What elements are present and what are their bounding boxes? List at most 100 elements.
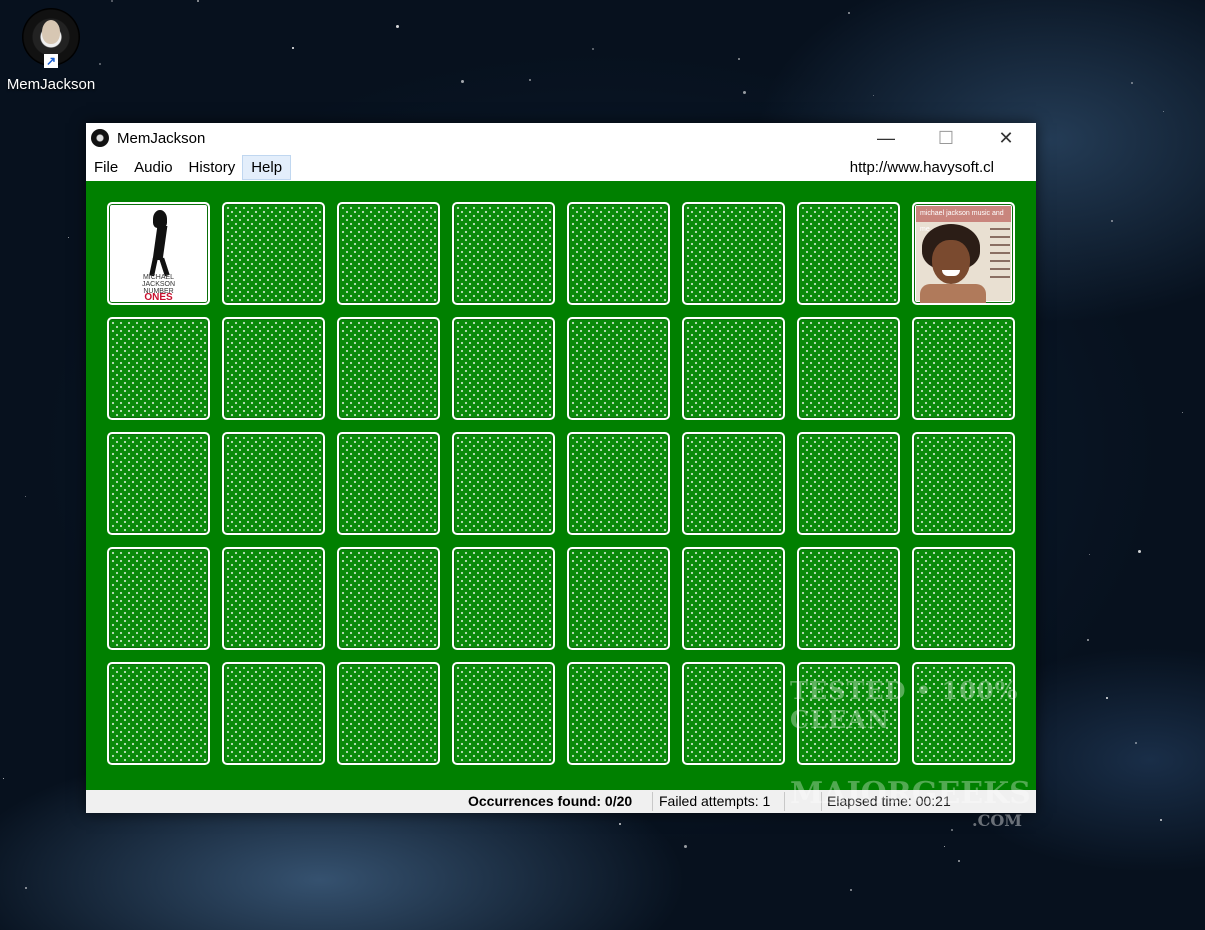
star <box>197 0 199 2</box>
failed-attempts: Failed attempts: 1 <box>659 793 771 809</box>
album-band: michael jackson music and me <box>916 206 1011 233</box>
website-link[interactable]: http://www.havysoft.cl <box>850 159 994 176</box>
album-title: ONES <box>144 292 173 303</box>
memory-card[interactable] <box>452 432 555 535</box>
minimize-button[interactable]: — <box>856 123 916 153</box>
dancer-body-icon <box>152 226 168 260</box>
album-line: JACKSON <box>141 281 176 288</box>
window-title: MemJackson <box>117 129 206 147</box>
memory-card[interactable] <box>797 432 900 535</box>
star <box>1160 819 1162 821</box>
status-separator <box>784 792 785 811</box>
memory-card[interactable] <box>452 662 555 765</box>
star <box>684 845 687 848</box>
title-bar[interactable]: MemJackson — ☐ ✕ <box>86 123 1036 153</box>
star <box>25 496 26 497</box>
star <box>1106 697 1108 699</box>
memory-card[interactable] <box>567 317 670 420</box>
star <box>1087 639 1089 641</box>
game-board: MICHAEL JACKSON NUMBER ONES michael jackson … <box>86 181 1036 790</box>
elapsed-time: Elapsed time: 00:21 <box>827 793 951 809</box>
star <box>743 91 746 94</box>
memory-card[interactable] <box>567 547 670 650</box>
status-separator <box>652 792 653 811</box>
star <box>1135 742 1137 744</box>
menu-help[interactable]: Help <box>242 154 292 180</box>
star <box>850 889 852 891</box>
star <box>1089 554 1090 555</box>
memory-card[interactable] <box>682 662 785 765</box>
memory-card[interactable] <box>912 432 1015 535</box>
star <box>1138 550 1141 553</box>
memory-card[interactable] <box>912 547 1015 650</box>
memory-card[interactable] <box>222 202 325 305</box>
star <box>958 860 960 862</box>
memory-card-face-up[interactable]: michael jackson music and me <box>912 202 1015 305</box>
memory-card[interactable] <box>567 202 670 305</box>
portrait-face-icon <box>932 240 970 284</box>
record-disc-icon: ↗ <box>22 8 80 68</box>
star <box>68 237 69 238</box>
star <box>873 95 874 96</box>
memory-card[interactable] <box>337 662 440 765</box>
music-and-me-album-art: michael jackson music and me <box>916 206 1011 303</box>
memory-card[interactable] <box>452 547 555 650</box>
memory-card[interactable] <box>337 432 440 535</box>
memory-card[interactable] <box>567 432 670 535</box>
maximize-button[interactable]: ☐ <box>916 123 976 153</box>
star <box>3 778 4 779</box>
star <box>99 63 101 65</box>
memory-card[interactable] <box>682 202 785 305</box>
star <box>292 47 294 49</box>
record-app-icon <box>91 129 109 147</box>
memory-card[interactable] <box>567 662 670 765</box>
card-grid: MICHAEL JACKSON NUMBER ONES michael jackson … <box>107 202 1015 765</box>
star <box>461 80 464 83</box>
memory-card[interactable] <box>912 662 1015 765</box>
portrait-shirt-icon <box>920 284 986 303</box>
memory-card[interactable] <box>682 432 785 535</box>
star <box>944 846 945 847</box>
star <box>25 887 27 889</box>
memory-card[interactable] <box>797 547 900 650</box>
star <box>592 48 594 50</box>
menu-history[interactable]: History <box>181 156 244 179</box>
memory-card[interactable] <box>452 317 555 420</box>
portrait-icon <box>42 20 60 44</box>
memory-card[interactable] <box>107 547 210 650</box>
memory-card[interactable] <box>107 317 210 420</box>
memory-card[interactable] <box>107 662 210 765</box>
memory-card[interactable] <box>682 317 785 420</box>
status-bar: Occurrences found: 0/20 Failed attempts:… <box>86 790 1036 813</box>
star <box>1131 82 1133 84</box>
album-line: MICHAEL <box>142 274 175 281</box>
memory-card-face-up[interactable]: MICHAEL JACKSON NUMBER ONES <box>107 202 210 305</box>
memory-card[interactable] <box>912 317 1015 420</box>
star <box>738 58 740 60</box>
memory-card[interactable] <box>797 202 900 305</box>
watermark-line3: .COM <box>972 811 1022 830</box>
star <box>396 25 399 28</box>
memory-card[interactable] <box>222 547 325 650</box>
memory-card[interactable] <box>682 547 785 650</box>
menu-audio[interactable]: Audio <box>126 156 180 179</box>
star <box>1182 412 1183 413</box>
close-button[interactable]: ✕ <box>976 123 1036 153</box>
memory-card[interactable] <box>452 202 555 305</box>
tracklist-lines-icon <box>990 228 1010 284</box>
memory-card[interactable] <box>797 662 900 765</box>
memory-card[interactable] <box>222 432 325 535</box>
memory-card[interactable] <box>337 547 440 650</box>
star <box>1163 111 1164 112</box>
memory-card[interactable] <box>797 317 900 420</box>
memory-card[interactable] <box>337 317 440 420</box>
memory-card[interactable] <box>222 317 325 420</box>
desktop-shortcut-memjackson[interactable]: ↗ MemJackson <box>4 8 98 93</box>
menu-file[interactable]: File <box>86 156 126 179</box>
star <box>1111 220 1113 222</box>
memory-card[interactable] <box>222 662 325 765</box>
memory-card[interactable] <box>107 432 210 535</box>
star <box>529 79 531 81</box>
memory-card[interactable] <box>337 202 440 305</box>
number-ones-album-art: MICHAEL JACKSON NUMBER ONES <box>111 206 206 303</box>
